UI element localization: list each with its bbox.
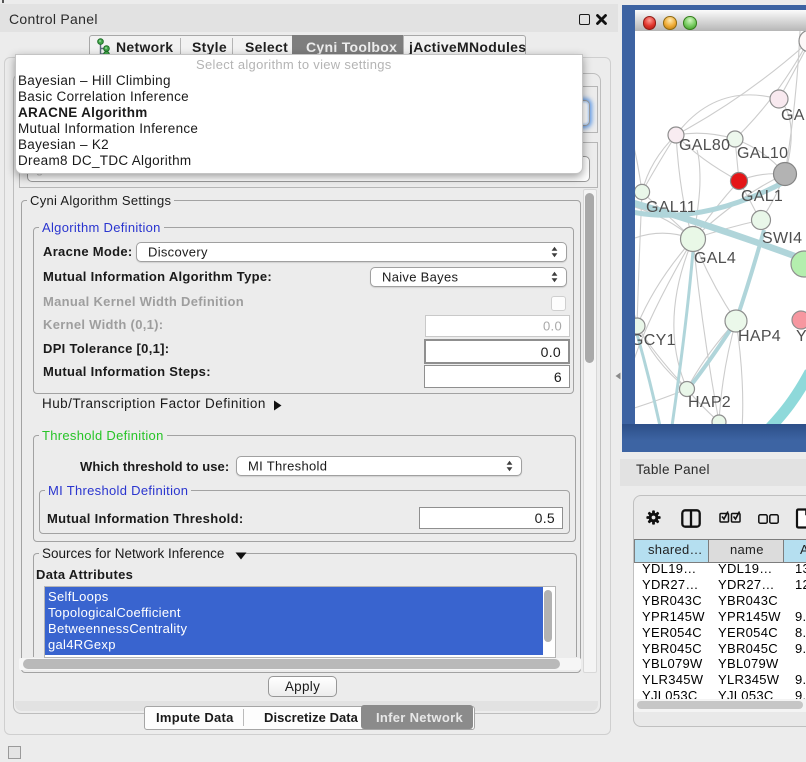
svg-text:GAL7: GAL7 bbox=[781, 107, 806, 124]
svg-text:GAL10: GAL10 bbox=[737, 145, 788, 162]
svg-text:HAP4: HAP4 bbox=[738, 328, 781, 345]
svg-text:SWI4: SWI4 bbox=[762, 230, 802, 247]
svg-text:GCY1: GCY1 bbox=[635, 332, 676, 349]
svg-text:GAL1: GAL1 bbox=[741, 188, 783, 205]
svg-text:GAL4: GAL4 bbox=[694, 250, 736, 267]
svg-text:HAP2: HAP2 bbox=[688, 394, 731, 411]
svg-text:YB: YB bbox=[796, 328, 806, 345]
svg-text:GAL11: GAL11 bbox=[646, 199, 696, 216]
svg-text:GAL80: GAL80 bbox=[679, 137, 730, 154]
